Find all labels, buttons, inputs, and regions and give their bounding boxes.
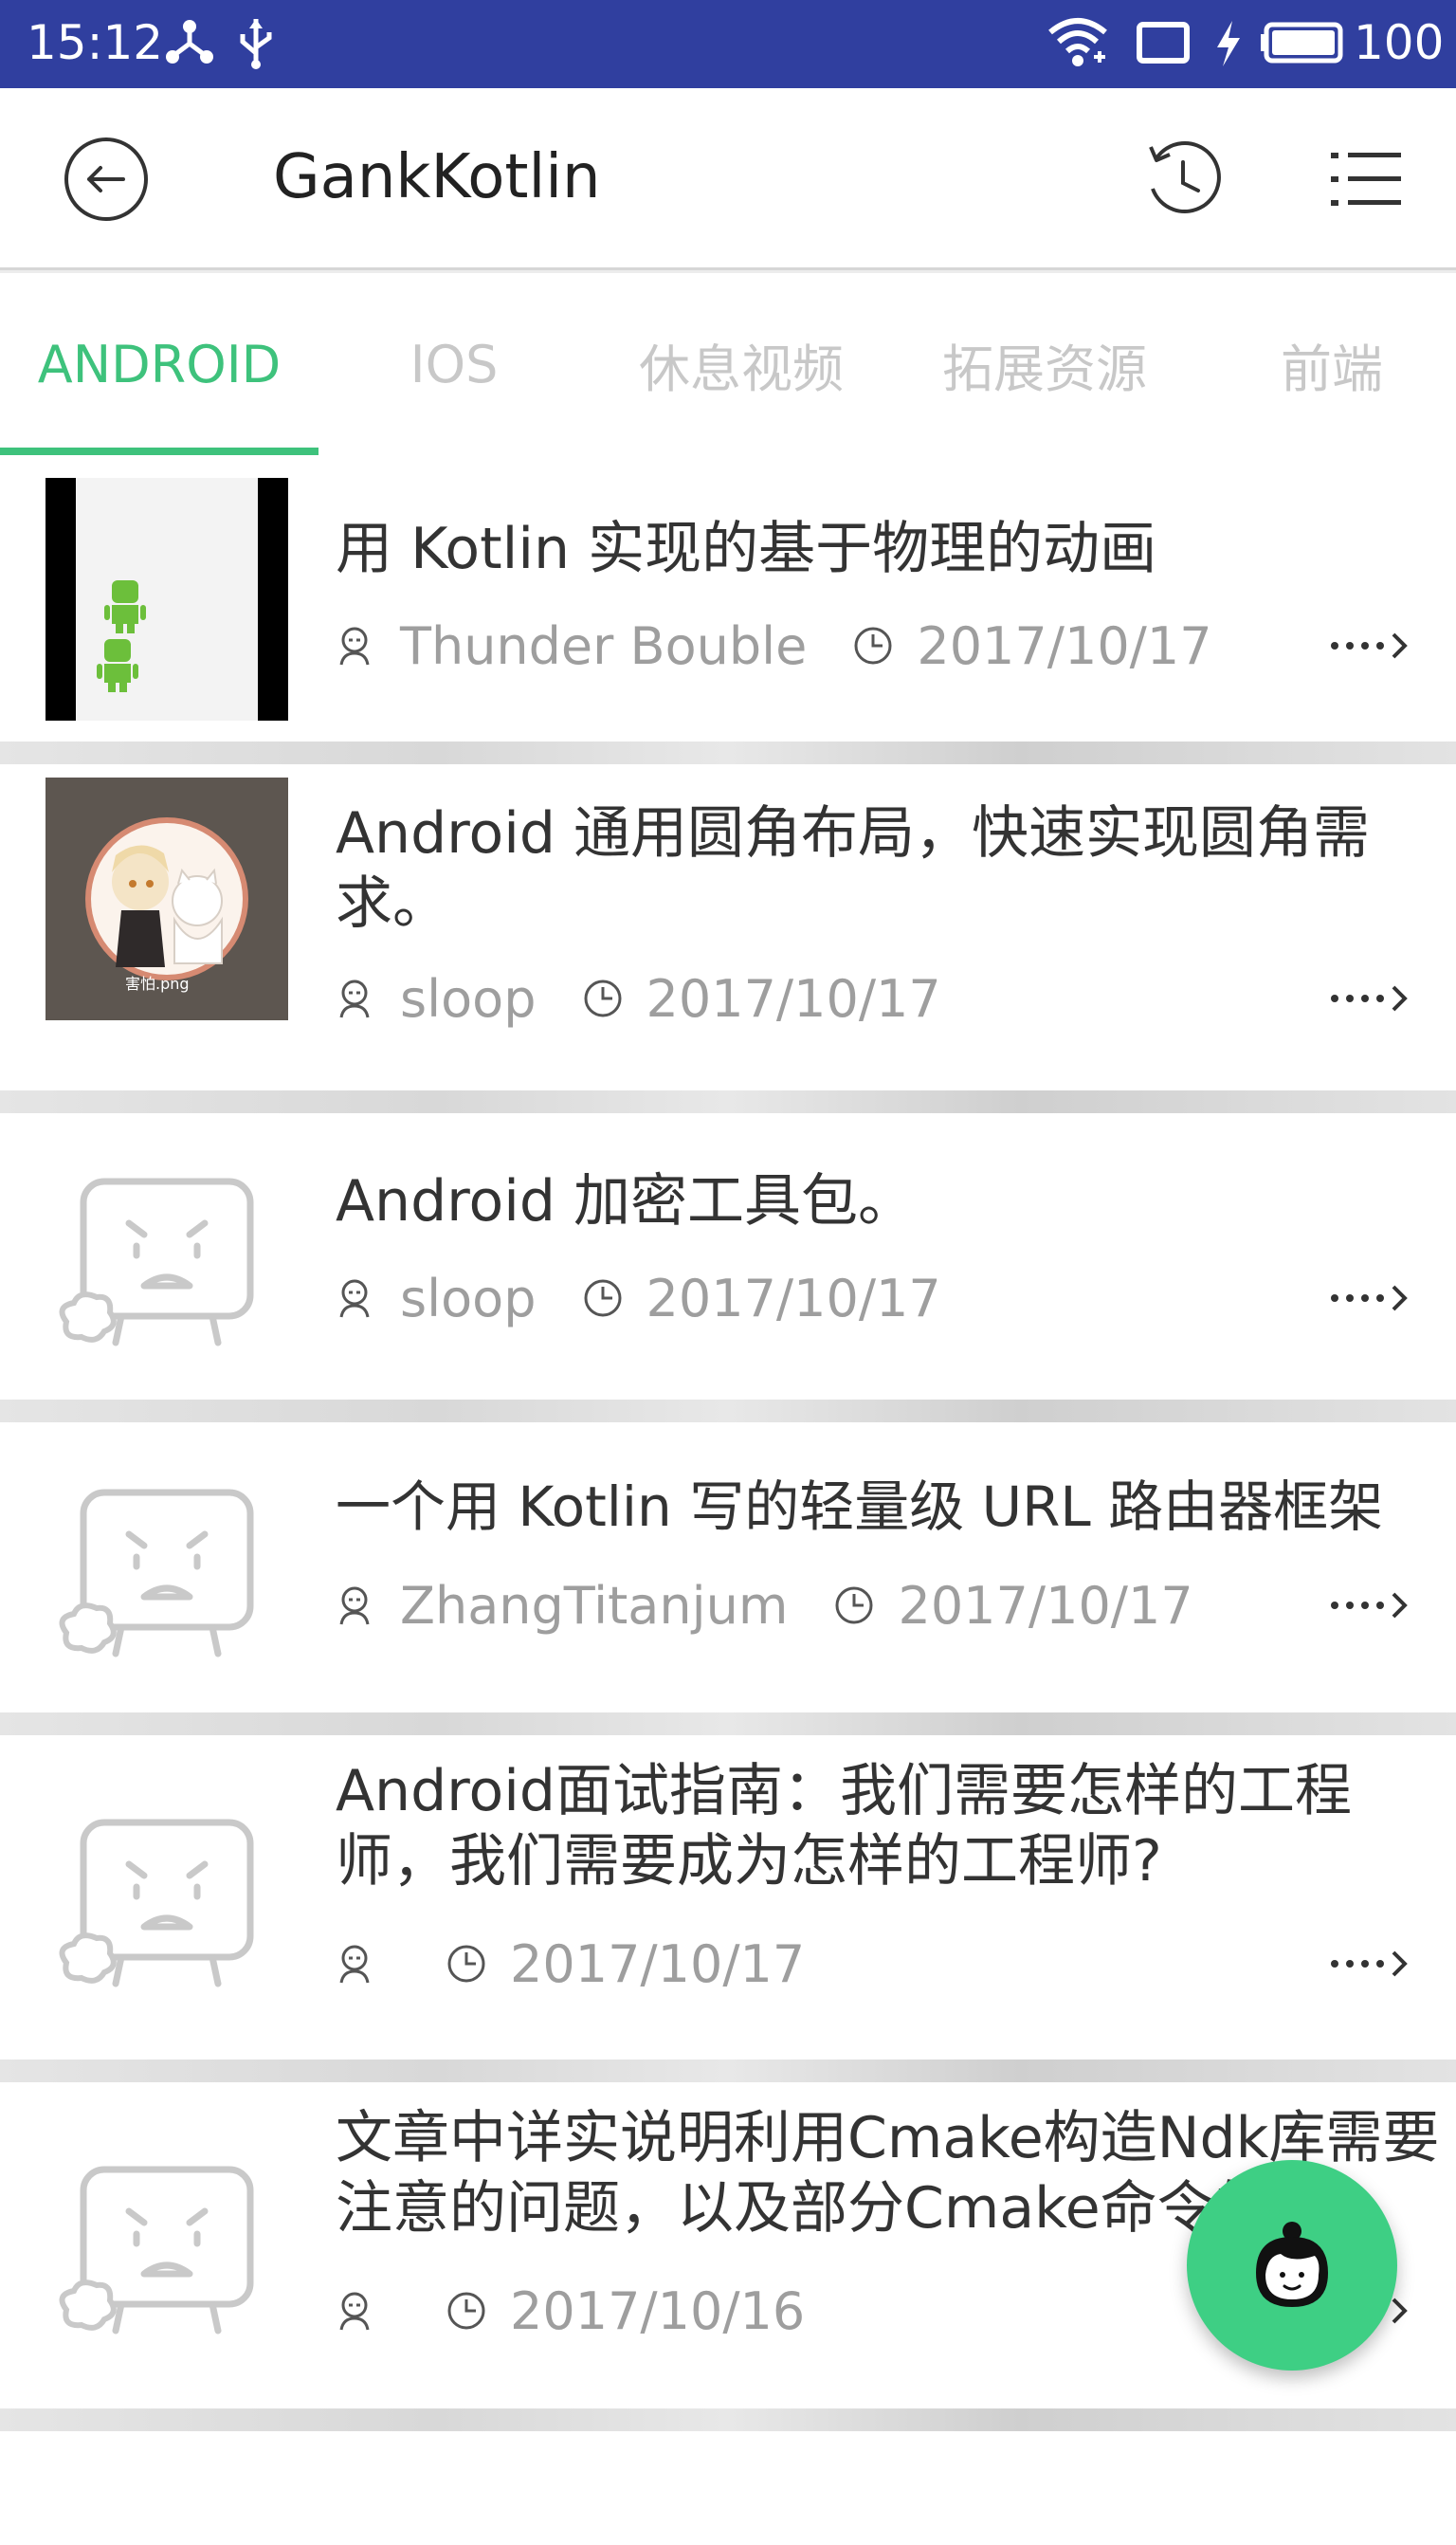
- app-title: GankKotlin: [273, 142, 601, 212]
- more-arrow-icon: [1331, 985, 1408, 1012]
- list-item[interactable]: 害怕.png Android 通用圆角布局，快速实现圆角需求。 sloop 20…: [0, 764, 1456, 1090]
- tab-rest-videos[interactable]: 休息视频: [590, 273, 893, 455]
- clock-icon: [584, 980, 621, 1017]
- article-date: 2017/10/17: [917, 615, 1212, 676]
- status-bar: 15:12 100: [0, 0, 1456, 88]
- menu-icon: [1331, 153, 1401, 206]
- clock-icon: [447, 2292, 485, 2330]
- tab-frontend[interactable]: 前端: [1196, 273, 1456, 455]
- article-title: 一个用 Kotlin 写的轻量级 URL 路由器框架: [336, 1474, 1384, 1539]
- sad-placeholder-image: [46, 1136, 288, 1379]
- sad-placeholder-image: [46, 2124, 288, 2367]
- tab-ios[interactable]: IOS: [318, 273, 590, 455]
- article-meta: 2017/10/17: [336, 1931, 805, 1997]
- screen-cast-icon: [1137, 22, 1190, 64]
- usb-icon: [240, 19, 272, 69]
- more-button[interactable]: [1327, 1572, 1422, 1639]
- more-button[interactable]: [1327, 1265, 1422, 1331]
- author-icon: [339, 1279, 370, 1318]
- article-date: 2017/10/17: [646, 968, 941, 1029]
- charging-icon: [1217, 21, 1240, 66]
- list-divider: [0, 1400, 1456, 1422]
- clock-icon: [854, 627, 892, 665]
- author-icon: [339, 627, 370, 666]
- more-arrow-icon: [1331, 1592, 1408, 1619]
- article-author: sloop: [400, 968, 537, 1029]
- more-button[interactable]: [1327, 1931, 1422, 1997]
- article-title: 用 Kotlin 实现的基于物理的动画: [336, 516, 1157, 582]
- more-button[interactable]: [1327, 965, 1422, 1032]
- back-icon: [64, 137, 148, 221]
- list-item[interactable]: [0, 2431, 1456, 2545]
- face-avatar-icon: [1256, 2222, 1328, 2307]
- back-button[interactable]: [49, 122, 163, 236]
- list-item[interactable]: 一个用 Kotlin 写的轻量级 URL 路由器框架 ZhangTitanjum…: [0, 1422, 1456, 1712]
- list-divider: [0, 1712, 1456, 1735]
- tab-expand-resources[interactable]: 拓展资源: [893, 273, 1196, 455]
- article-author: Thunder Bouble: [400, 615, 808, 676]
- clock-icon: [835, 1586, 873, 1624]
- article-author: sloop: [400, 1268, 537, 1328]
- article-date: 2017/10/16: [510, 2280, 806, 2341]
- list-item[interactable]: Android面试指南：我们需要怎样的工程师，我们需要成为怎样的工程师? 201…: [0, 1735, 1456, 2060]
- more-arrow-icon: [1331, 1285, 1408, 1311]
- category-tab-bar: ANDROID IOS 休息视频 拓展资源 前端: [0, 273, 1456, 455]
- usb-share-icon: [166, 20, 213, 64]
- profile-fab-button[interactable]: [1187, 2160, 1397, 2371]
- article-thumbnail: [46, 478, 288, 721]
- article-meta: sloop 2017/10/17: [336, 965, 941, 1032]
- article-title: Android 通用圆角布局，快速实现圆角需求。: [336, 800, 1371, 937]
- history-button[interactable]: [1126, 122, 1240, 236]
- clock-icon: [447, 1945, 485, 1983]
- list-divider: [0, 2408, 1456, 2431]
- sad-placeholder-image: [46, 1447, 288, 1690]
- author-icon: [339, 980, 370, 1018]
- author-icon: [339, 2292, 370, 2331]
- article-meta: 2017/10/16: [336, 2278, 805, 2344]
- thumbnail-caption: 害怕.png: [125, 975, 190, 993]
- article-meta: sloop 2017/10/17: [336, 1265, 941, 1331]
- list-divider: [0, 2060, 1456, 2082]
- article-title: Android 加密工具包。: [336, 1168, 916, 1235]
- menu-button[interactable]: [1308, 122, 1422, 236]
- list-item[interactable]: Android 加密工具包。 sloop 2017/10/17: [0, 1113, 1456, 1400]
- article-title: Android面试指南：我们需要怎样的工程师，我们需要成为怎样的工程师?: [336, 1758, 1352, 1895]
- history-icon: [1149, 141, 1221, 213]
- app-bar: GankKotlin: [0, 88, 1456, 270]
- more-arrow-icon: [1331, 1950, 1408, 1977]
- list-divider: [0, 1090, 1456, 1113]
- article-date: 2017/10/17: [646, 1268, 941, 1328]
- article-date: 2017/10/17: [510, 1933, 806, 1994]
- article-meta: Thunder Bouble 2017/10/17: [336, 613, 1212, 679]
- article-meta: ZhangTitanjum 2017/10/17: [336, 1572, 1193, 1639]
- more-button[interactable]: [1327, 613, 1422, 679]
- author-icon: [339, 1586, 370, 1625]
- author-icon: [339, 1945, 370, 1984]
- article-author: ZhangTitanjum: [400, 1575, 789, 1636]
- wifi-icon: [1048, 18, 1107, 66]
- article-date: 2017/10/17: [898, 1575, 1193, 1636]
- tab-android[interactable]: ANDROID: [0, 273, 318, 455]
- sad-placeholder-image: [46, 1777, 288, 2020]
- more-arrow-icon: [1331, 632, 1408, 659]
- clock-icon: [584, 1279, 621, 1317]
- tab-indicator: [0, 448, 318, 455]
- list-divider: [0, 742, 1456, 764]
- battery-level: 100: [1354, 15, 1445, 70]
- list-item[interactable]: 用 Kotlin 实现的基于物理的动画 Thunder Bouble 2017/…: [0, 455, 1456, 742]
- status-time: 15:12: [27, 15, 164, 70]
- battery-icon: [1261, 22, 1343, 64]
